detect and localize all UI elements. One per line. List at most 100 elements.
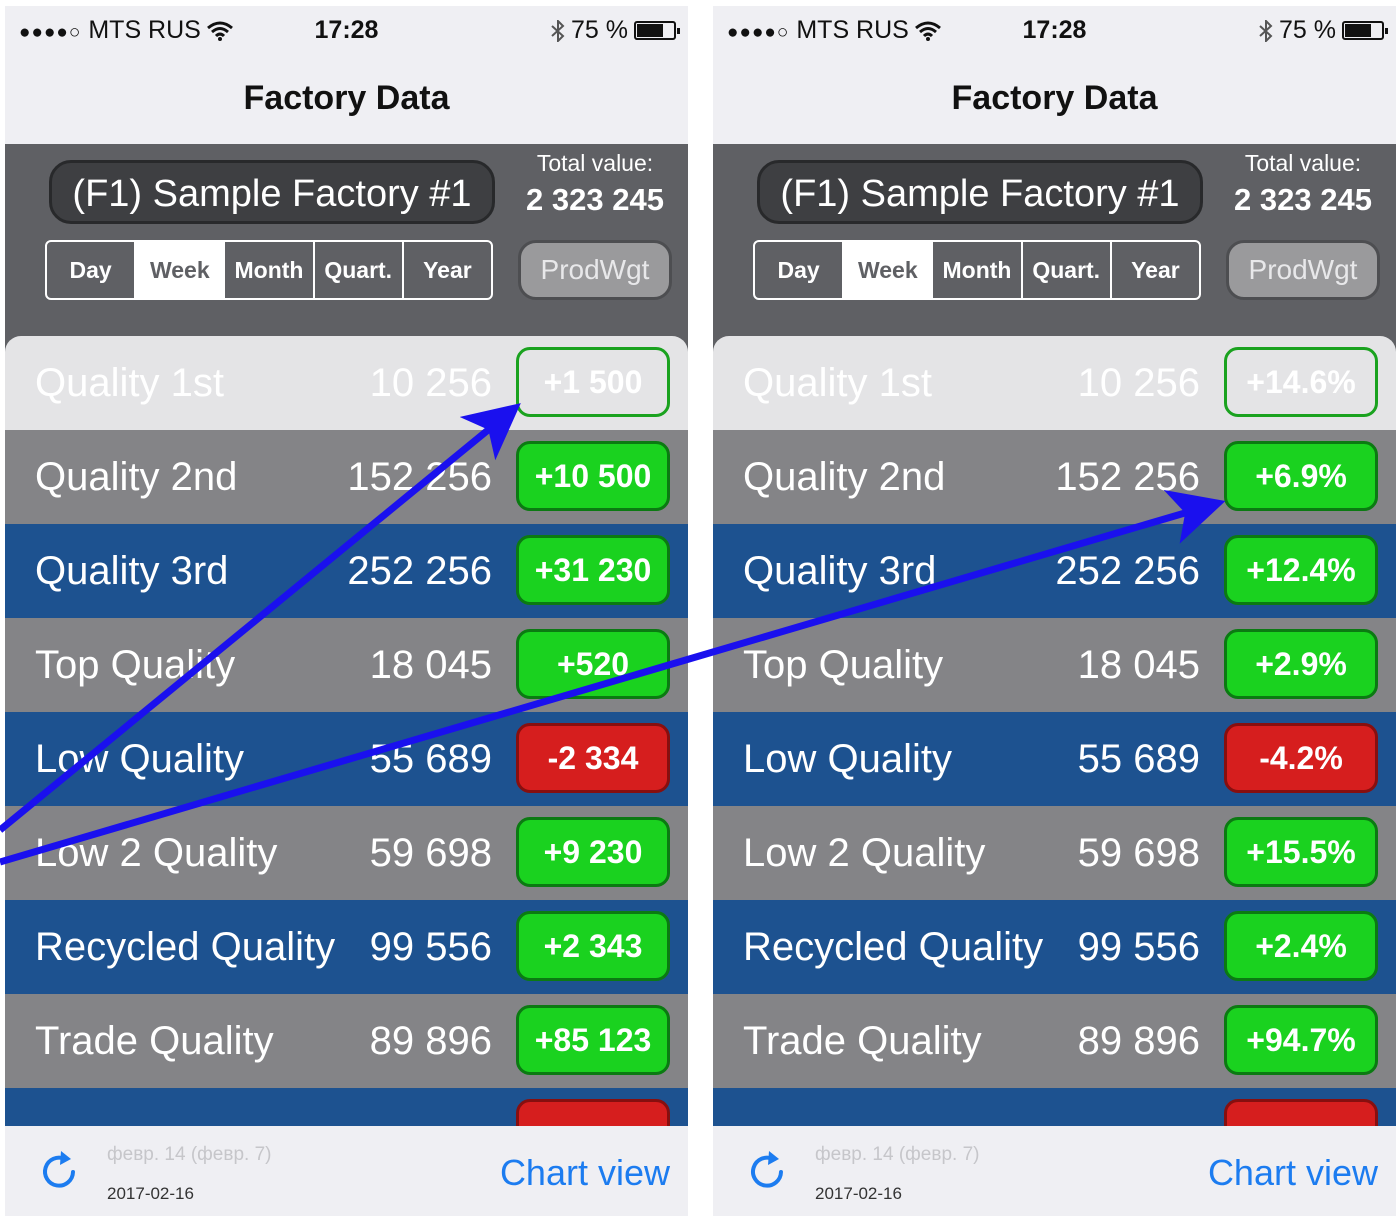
row-value: 10 256 — [1077, 361, 1200, 405]
table-row[interactable]: Quality 2nd 152 256 +10 500 — [5, 430, 688, 524]
table-row[interactable]: Quality 2nd 152 256 +6.9% — [713, 430, 1396, 524]
period-segmented-control[interactable]: Day Week Month Quart. Year — [45, 240, 493, 300]
period-tab[interactable]: Month — [933, 242, 1023, 298]
row-label: Quality 2nd — [743, 455, 946, 499]
change-badge[interactable]: +15.5% — [1224, 817, 1378, 887]
table-row[interactable]: Quality 1st 10 256 +14.6% — [713, 336, 1396, 430]
period-tab[interactable]: Quart. — [315, 242, 404, 298]
row-value: 152 256 — [1055, 455, 1200, 499]
row-value: 99 556 — [369, 925, 492, 969]
row-value: 18 045 — [369, 643, 492, 687]
table-row[interactable]: Low 2 Quality 59 698 +9 230 — [5, 806, 688, 900]
table-row[interactable]: Recycled Quality 99 556 +2 343 — [5, 900, 688, 994]
table-row[interactable] — [713, 1088, 1396, 1126]
change-badge[interactable]: +85 123 — [516, 1005, 670, 1075]
total-value: 2 323 245 — [526, 182, 664, 217]
prodwgt-button[interactable]: ProdWgt — [518, 240, 672, 300]
report-date: 2017-02-16 — [815, 1184, 902, 1203]
period-tab[interactable]: Week — [844, 242, 934, 298]
status-bar: ●●●●○ MTS RUS 17:28 75 % — [713, 6, 1396, 54]
phone-screen-right: ●●●●○ MTS RUS 17:28 75 % Factory Data (F1) S… — [713, 6, 1396, 1216]
bluetooth-icon — [1259, 19, 1273, 42]
page-title: Factory Data — [5, 54, 688, 144]
battery-percent: 75 % — [1279, 16, 1336, 44]
table-row[interactable]: Trade Quality 89 896 +94.7% — [713, 994, 1396, 1088]
row-value: 152 256 — [347, 455, 492, 499]
change-badge[interactable]: -4.2% — [1224, 723, 1378, 793]
table-row[interactable]: Low Quality 55 689 -4.2% — [713, 712, 1396, 806]
change-badge[interactable]: +14.6% — [1224, 347, 1378, 417]
row-label: Top Quality — [743, 643, 944, 687]
period-tab[interactable]: Week — [136, 242, 226, 298]
period-segmented-control[interactable]: Day Week Month Quart. Year — [753, 240, 1201, 300]
status-bar: ●●●●○ MTS RUS 17:28 75 % — [5, 6, 688, 54]
table-row[interactable]: Top Quality 18 045 +520 — [5, 618, 688, 712]
row-value: 59 698 — [1077, 831, 1200, 875]
table-row[interactable]: Quality 1st 10 256 +1 500 — [5, 336, 688, 430]
row-value: 99 556 — [1077, 925, 1200, 969]
change-badge[interactable]: +6.9% — [1224, 441, 1378, 511]
period-tab[interactable]: Day — [47, 242, 137, 298]
row-label: Recycled Quality — [35, 925, 336, 969]
change-badge[interactable]: +31 230 — [516, 535, 670, 605]
period-range: февр. 14 (февр. 7) — [815, 1144, 980, 1165]
prodwgt-button[interactable]: ProdWgt — [1226, 240, 1380, 300]
table-row[interactable]: Low 2 Quality 59 698 +15.5% — [713, 806, 1396, 900]
report-date: 2017-02-16 — [107, 1184, 194, 1203]
row-label: Quality 1st — [743, 361, 932, 405]
change-badge[interactable]: +12.4% — [1224, 535, 1378, 605]
row-value: 59 698 — [369, 831, 492, 875]
refresh-icon[interactable] — [743, 1148, 791, 1196]
table-row[interactable]: Quality 3rd 252 256 +12.4% — [713, 524, 1396, 618]
period-tab[interactable]: Quart. — [1023, 242, 1112, 298]
change-badge[interactable]: +520 — [516, 629, 670, 699]
row-value: 18 045 — [1077, 643, 1200, 687]
period-tab[interactable]: Year — [1112, 242, 1199, 298]
factory-selector[interactable]: (F1) Sample Factory #1 — [49, 160, 495, 224]
change-badge[interactable]: +94.7% — [1224, 1005, 1378, 1075]
row-label: Low Quality — [743, 737, 952, 781]
row-label: Quality 2nd — [35, 455, 238, 499]
status-right: 75 % — [1259, 16, 1388, 45]
chart-view-link[interactable]: Chart view — [500, 1152, 670, 1194]
total-value: 2 323 245 — [1234, 182, 1372, 217]
change-badge[interactable]: +1 500 — [516, 347, 670, 417]
change-badge[interactable] — [516, 1099, 670, 1126]
row-label: Low 2 Quality — [743, 831, 986, 875]
row-label: Quality 3rd — [35, 549, 229, 593]
row-value: 55 689 — [369, 737, 492, 781]
total-value-label: Total value: — [536, 150, 654, 176]
table-row[interactable]: Quality 3rd 252 256 +31 230 — [5, 524, 688, 618]
battery-icon — [1342, 21, 1388, 40]
change-badge[interactable]: -2 334 — [516, 723, 670, 793]
row-value: 89 896 — [1077, 1019, 1200, 1063]
quality-list[interactable]: Quality 1st 10 256 +1 500 Quality 2nd 152 25… — [5, 336, 688, 1126]
factory-selector[interactable]: (F1) Sample Factory #1 — [757, 160, 1203, 224]
table-row[interactable] — [5, 1088, 688, 1126]
quality-list[interactable]: Quality 1st 10 256 +14.6% Quality 2nd 152 25… — [713, 336, 1396, 1126]
change-badge[interactable] — [1224, 1099, 1378, 1126]
chart-view-link[interactable]: Chart view — [1208, 1152, 1378, 1194]
table-row[interactable]: Top Quality 18 045 +2.9% — [713, 618, 1396, 712]
bluetooth-icon — [551, 19, 565, 42]
phone-screen-left: ●●●●○ MTS RUS 17:28 75 % Factory Data (F1) S… — [5, 6, 688, 1216]
period-tab[interactable]: Year — [404, 242, 491, 298]
table-row[interactable]: Recycled Quality 99 556 +2.4% — [713, 900, 1396, 994]
row-value: 89 896 — [369, 1019, 492, 1063]
change-badge[interactable]: +10 500 — [516, 441, 670, 511]
change-badge[interactable]: +2 343 — [516, 911, 670, 981]
factory-header: (F1) Sample Factory #1 Total value: 2 323 … — [5, 144, 688, 336]
table-row[interactable]: Low Quality 55 689 -2 334 — [5, 712, 688, 806]
row-label: Trade Quality — [35, 1019, 274, 1063]
period-tab[interactable]: Month — [225, 242, 315, 298]
row-value: 10 256 — [369, 361, 492, 405]
footer-bar: февр. 14 (февр. 7) 2017-02-16 Chart view — [713, 1126, 1396, 1216]
period-range: февр. 14 (февр. 7) — [107, 1144, 272, 1165]
refresh-icon[interactable] — [35, 1148, 83, 1196]
change-badge[interactable]: +9 230 — [516, 817, 670, 887]
table-row[interactable]: Trade Quality 89 896 +85 123 — [5, 994, 688, 1088]
change-badge[interactable]: +2.4% — [1224, 911, 1378, 981]
period-tab[interactable]: Day — [755, 242, 845, 298]
change-badge[interactable]: +2.9% — [1224, 629, 1378, 699]
battery-percent: 75 % — [571, 16, 628, 44]
